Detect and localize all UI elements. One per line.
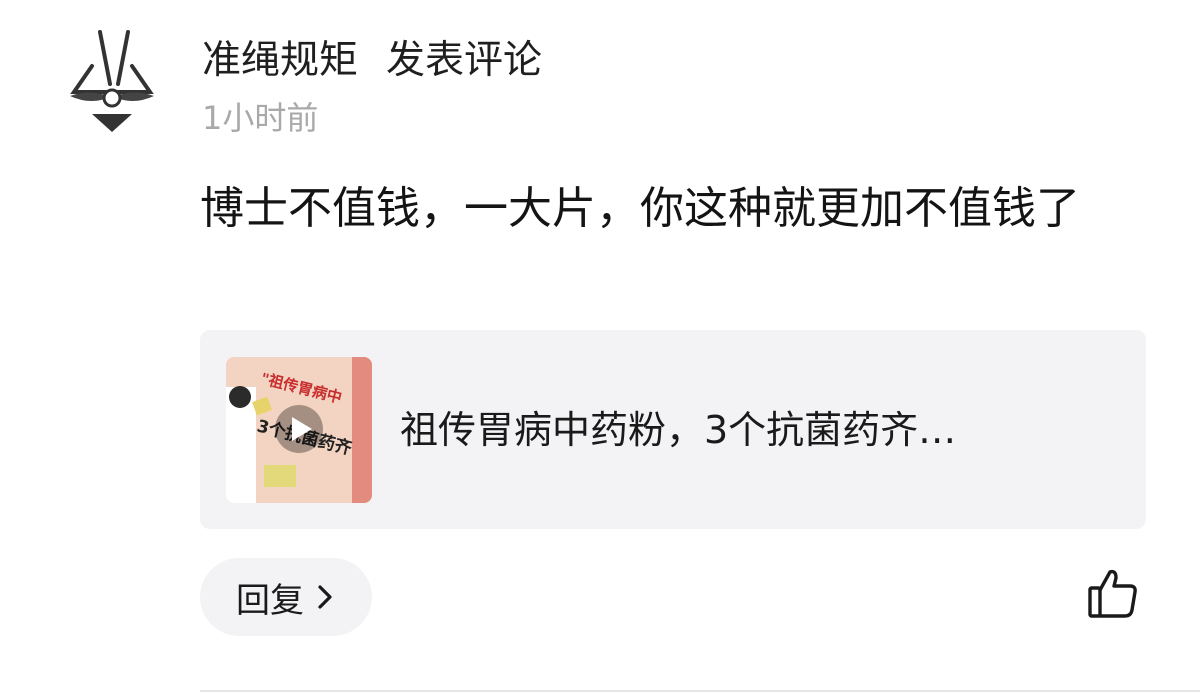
comment-header: 准绳规矩 发表评论 xyxy=(202,30,542,84)
reply-button-label: 回复 xyxy=(236,580,304,621)
author-name[interactable]: 准绳规矩 xyxy=(202,29,358,85)
comment-text: 博士不值钱，一大片，你这种就更加不值钱了 xyxy=(200,183,1080,234)
timestamp: 1小时前 xyxy=(202,99,319,137)
bottom-divider xyxy=(200,690,1200,692)
avatar[interactable] xyxy=(62,26,162,138)
link-card[interactable]: "祖传胃病中 3个抗菌药齐 祖传胃病中药粉，3个抗菌药齐… xyxy=(200,330,1146,529)
chevron-right-icon xyxy=(318,585,332,609)
reply-button[interactable]: 回复 xyxy=(200,558,372,636)
play-icon[interactable] xyxy=(275,405,323,453)
avatar-logo-icon xyxy=(70,30,154,132)
like-button[interactable] xyxy=(1086,566,1140,620)
video-thumbnail[interactable]: "祖传胃病中 3个抗菌药齐 xyxy=(226,357,372,503)
link-card-title: 祖传胃病中药粉，3个抗菌药齐… xyxy=(400,408,957,452)
comment-action-label: 发表评论 xyxy=(386,38,543,83)
thumbs-up-icon xyxy=(1088,569,1137,618)
